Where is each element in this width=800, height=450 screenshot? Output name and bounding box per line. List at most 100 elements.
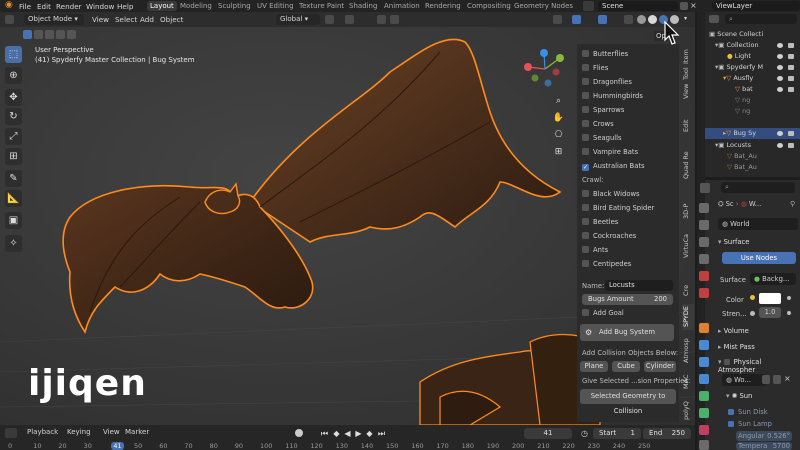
physics-properties-icon[interactable] (699, 374, 709, 384)
eye-icon[interactable] (777, 65, 783, 70)
checkbox[interactable] (582, 260, 589, 267)
select-intersect-icon[interactable] (67, 30, 76, 39)
falloff-icon[interactable] (390, 15, 399, 24)
outliner-row-spyderfy[interactable]: ▾▣ Spyderfy M (705, 62, 800, 73)
tab-layout[interactable]: Layout (147, 1, 177, 11)
tool-add-cube[interactable]: ▣ (5, 212, 22, 229)
strength-field[interactable]: 1.0 (759, 307, 781, 318)
timeline-menu-playback[interactable]: Playback (27, 428, 58, 436)
checkbox[interactable] (582, 232, 589, 239)
outliner-row-bat-au-2[interactable]: ▽ Bat_Au (705, 162, 800, 173)
tool-move[interactable]: ✥ (5, 89, 22, 106)
pin-icon[interactable]: ⚲ (790, 200, 795, 208)
checkbox[interactable] (582, 64, 589, 71)
tool-select-box[interactable]: ⬚ (5, 46, 22, 63)
selected-geometry-collision-button[interactable]: Selected Geometry to Collision (580, 389, 676, 415)
gizmo-toggle-icon[interactable] (572, 15, 581, 24)
atmosphere-checkbox[interactable] (723, 359, 730, 365)
outliner-row-ng-1[interactable]: ▽ ng (705, 95, 800, 106)
atmosphere-world-selector[interactable]: ◍ Wo... (722, 374, 766, 386)
camera-icon[interactable] (788, 143, 794, 148)
side-tab-view[interactable]: View (682, 83, 694, 99)
editor-type-icon[interactable] (5, 15, 14, 24)
checkbox[interactable] (582, 218, 589, 225)
constraint-properties-icon[interactable] (699, 391, 709, 401)
timeline-menu-view[interactable]: View (103, 428, 120, 436)
angular-diameter-field[interactable]: Angular 0.526° (736, 431, 792, 441)
collision-cylinder-button[interactable]: Cylinder (644, 361, 676, 372)
pivot-point-icon[interactable] (325, 15, 334, 24)
strength-dot-icon[interactable] (750, 311, 755, 316)
outliner-row-bat[interactable]: ▽ bat (705, 84, 800, 95)
tool-rotate[interactable]: ↻ (5, 108, 22, 125)
camera-icon[interactable] (788, 87, 794, 92)
eye-icon[interactable] (777, 131, 783, 136)
output-properties-icon[interactable] (699, 237, 709, 247)
name-input[interactable]: Locusts (605, 280, 673, 291)
outliner-row-ng-2[interactable]: ▽ ng (705, 106, 800, 117)
menu-render[interactable]: Render (56, 2, 82, 11)
tool-properties-icon[interactable] (699, 203, 709, 213)
checkbox[interactable] (582, 246, 589, 253)
menu-select[interactable]: Select (115, 15, 137, 24)
checkbox[interactable] (582, 148, 589, 155)
camera-icon[interactable] (788, 43, 794, 48)
tab-shading[interactable]: Shading (349, 2, 377, 10)
side-tab-virtucamera[interactable]: VirtuCa (682, 232, 694, 260)
checkbox[interactable] (582, 78, 589, 85)
side-tab-create[interactable]: Cre (682, 283, 694, 297)
auto-keying-icon[interactable] (295, 429, 303, 437)
option-hummingbirds[interactable]: Hummingbirds (582, 91, 677, 102)
option-centipedes[interactable]: Centipedes (582, 259, 677, 270)
play-icon[interactable]: ▶ (354, 429, 363, 438)
tool-cursor[interactable]: ⊕ (5, 67, 22, 84)
timeline-editor-type-icon[interactable] (5, 428, 17, 438)
delete-scene-icon[interactable]: × (690, 2, 698, 10)
data-properties-icon[interactable] (699, 408, 709, 418)
select-extend-icon[interactable] (34, 30, 43, 39)
world-selector[interactable]: ◍ World (718, 218, 798, 230)
menu-object[interactable]: Object (160, 15, 183, 24)
menu-window[interactable]: Window (86, 2, 114, 11)
outliner-search-input[interactable]: ⌕ (725, 14, 797, 24)
solid-shading-icon[interactable] (648, 15, 657, 24)
ortho-grid-icon[interactable]: ⊞ (552, 146, 565, 159)
option-black-widows[interactable]: Black Widows (582, 189, 677, 200)
use-nodes-button[interactable]: Use Nodes (722, 252, 796, 264)
surface-panel-header[interactable]: ▾ Surface (718, 238, 798, 246)
play-reverse-icon[interactable]: ◀ (343, 429, 352, 438)
eye-icon[interactable] (777, 143, 783, 148)
next-keyframe-icon[interactable]: ◆ (365, 429, 374, 438)
option-vampire-bats[interactable]: Vampire Bats (582, 147, 677, 158)
eye-icon[interactable] (777, 76, 783, 81)
camera-icon[interactable] (788, 54, 794, 59)
render-properties-icon[interactable] (699, 220, 709, 230)
properties-search-input[interactable]: ⌕ (721, 182, 795, 193)
new-scene-icon[interactable] (680, 2, 688, 10)
option-flies[interactable]: Flies (582, 63, 677, 74)
outliner-row-scene-collection[interactable]: ▣ Scene Collecti (705, 29, 800, 40)
checkbox[interactable] (582, 190, 589, 197)
bugs-amount-field[interactable]: Bugs Amount 200 (582, 294, 673, 305)
collision-plane-button[interactable]: Plane (580, 361, 608, 372)
option-dragonflies[interactable]: Dragonflies (582, 77, 677, 88)
view-layer-field[interactable]: ViewLayer (712, 1, 800, 11)
side-tab-polyquilt[interactable]: polyQ (682, 400, 694, 422)
tab-modeling[interactable]: Modeling (180, 2, 212, 10)
timeline-menu-marker[interactable]: Marker (125, 428, 149, 436)
proportional-edit-icon[interactable] (377, 15, 386, 24)
camera-icon[interactable] (788, 76, 794, 81)
menu-add[interactable]: Add (140, 15, 154, 24)
tab-animation[interactable]: Animation (384, 2, 420, 10)
checkbox[interactable] (582, 120, 589, 127)
clock-icon[interactable]: ◷ (581, 429, 588, 438)
tab-rendering[interactable]: Rendering (425, 2, 461, 10)
option-crows[interactable]: Crows (582, 119, 677, 130)
eye-icon[interactable] (777, 54, 783, 59)
blender-logo-icon[interactable]: ◉ (5, 1, 14, 10)
surface-shader-dropdown[interactable]: ● Backg... (750, 273, 796, 285)
start-frame-field[interactable]: Start 1 (593, 428, 641, 439)
eye-icon[interactable] (777, 43, 783, 48)
sun-panel-header[interactable]: ▾ ✺ Sun (726, 392, 800, 400)
checkbox-checked[interactable]: ✓ (582, 164, 589, 171)
